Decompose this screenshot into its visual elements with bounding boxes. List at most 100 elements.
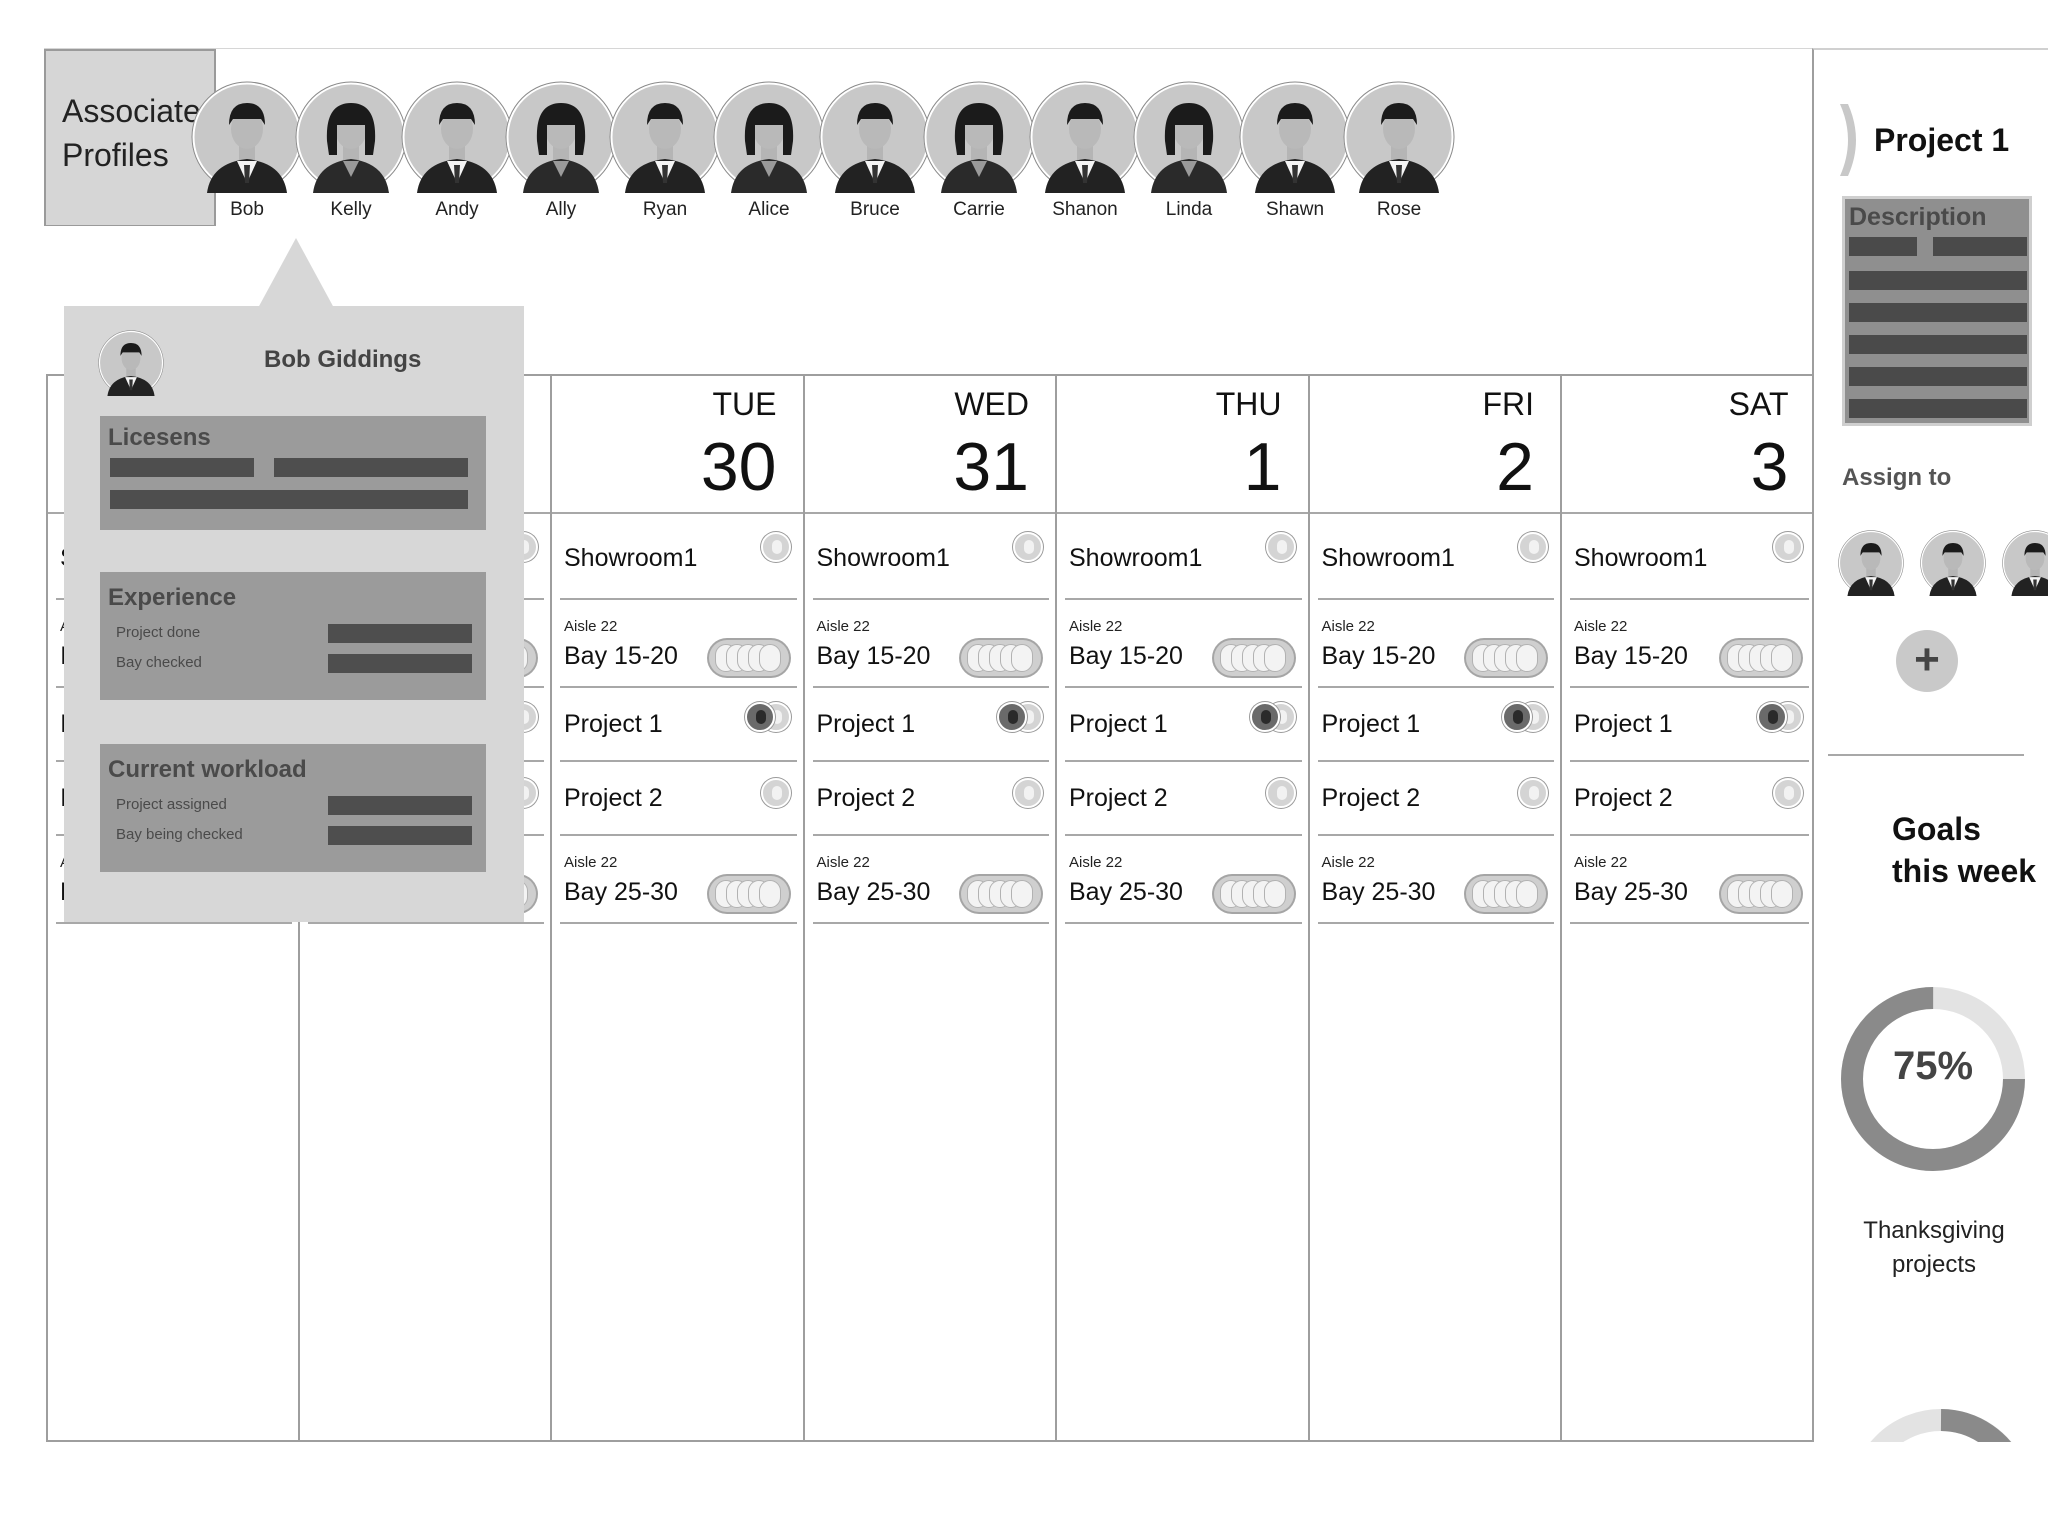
assignee-indicator[interactable]: [991, 700, 1043, 734]
task-name: Project 1: [816, 710, 916, 738]
assignee-avatar[interactable]: [1838, 530, 1904, 596]
task-item[interactable]: Project 1: [1065, 688, 1302, 762]
assignee-avatar[interactable]: [1920, 530, 1986, 596]
associate-profile-rose[interactable]: Rose: [1334, 81, 1464, 221]
task-item[interactable]: Project 1: [1570, 688, 1809, 762]
description-title: Description: [1849, 203, 1987, 231]
task-item[interactable]: Project 1: [1317, 688, 1554, 762]
task-item[interactable]: Aisle 22 Bay 15-20: [560, 600, 797, 688]
assignee-indicator[interactable]: [1751, 700, 1803, 734]
task-name: Bay 25-30: [1321, 878, 1436, 906]
assignee-group-icon[interactable]: [1466, 640, 1546, 676]
task-item[interactable]: Project 1: [812, 688, 1049, 762]
assignee-indicator[interactable]: [739, 700, 791, 734]
task-list: Showroom1 Aisle 22 Bay 15-20 Project 1 Proje…: [552, 516, 803, 924]
task-item[interactable]: Aisle 22 Bay 25-30: [1065, 836, 1302, 924]
licenses-title: Licesens: [108, 424, 211, 451]
placeholder-bar: [328, 654, 472, 673]
task-item[interactable]: Aisle 22 Bay 15-20: [1317, 600, 1554, 688]
task-item[interactable]: Aisle 22 Bay 25-30: [1317, 836, 1554, 924]
workload-row-label: Bay being checked: [116, 826, 243, 843]
day-column-wed: WED 31 Showroom1 Aisle 22 Bay 15-20 Project 1…: [804, 376, 1057, 1440]
task-name: Bay 15-20: [1321, 642, 1436, 670]
task-item[interactable]: Showroom1: [560, 516, 797, 600]
assignee-avatar[interactable]: [2002, 530, 2048, 596]
assignee-group-icon[interactable]: [708, 876, 789, 912]
assignee-group-icon[interactable]: [1720, 640, 1801, 676]
placeholder-bar: [274, 458, 468, 477]
profile-avatar: [98, 330, 164, 396]
assignee-group-icon[interactable]: [1213, 640, 1294, 676]
task-item[interactable]: Project 2: [1317, 762, 1554, 836]
task-item[interactable]: Aisle 22 Bay 15-20: [1065, 600, 1302, 688]
assignee-icon[interactable]: [1772, 778, 1803, 808]
task-list: Showroom1 Aisle 22 Bay 15-20 Project 1 Proje…: [805, 516, 1056, 924]
avatar: [1133, 81, 1245, 193]
assignee-group-icon[interactable]: [1213, 876, 1294, 912]
add-assignee-button[interactable]: +: [1896, 630, 1958, 692]
placeholder-bar: [328, 796, 472, 815]
placeholder-bar: [328, 826, 472, 845]
assignee-icon: [1249, 702, 1280, 732]
goals-title-line: this week: [1892, 853, 2037, 889]
task-item[interactable]: Aisle 22 Bay 15-20: [1570, 600, 1809, 688]
assignee-icon: [1502, 702, 1532, 732]
day-name: THU: [1215, 386, 1282, 422]
task-item[interactable]: Aisle 22 Bay 15-20: [812, 600, 1049, 688]
description-box: Description: [1842, 196, 2032, 426]
assignee-group-icon[interactable]: [961, 876, 1041, 912]
assignee-icon[interactable]: [760, 532, 791, 562]
experience-row-label: Bay checked: [116, 654, 202, 671]
task-item[interactable]: Showroom1: [1065, 516, 1302, 600]
task-item[interactable]: Project 2: [1065, 762, 1302, 836]
assignee-icon[interactable]: [1265, 778, 1296, 808]
assignee-group-icon[interactable]: [1720, 876, 1801, 912]
task-name: Project 2: [1321, 784, 1421, 812]
day-header: WED 31: [804, 376, 1055, 514]
task-item[interactable]: Showroom1: [812, 516, 1049, 600]
day-header: SAT 3: [1562, 376, 1815, 514]
assignee-group-icon[interactable]: [1466, 876, 1546, 912]
task-name: Showroom1: [1069, 544, 1203, 572]
assignee-icon[interactable]: [1518, 532, 1548, 562]
placeholder-bar: [1849, 367, 2027, 386]
task-location: Aisle 22: [564, 854, 618, 871]
day-column-sat: SAT 3 Showroom1 Aisle 22 Bay 15-20 Project 1 P…: [1562, 376, 1815, 1440]
task-name: Showroom1: [1574, 544, 1708, 572]
chevron-right-icon[interactable]: [1834, 100, 1864, 180]
day-name: SAT: [1728, 386, 1789, 422]
task-item[interactable]: Aisle 22 Bay 25-30: [812, 836, 1049, 924]
second-progress-ring: [1870, 1409, 2012, 1442]
placeholder-bar: [1849, 237, 1917, 256]
day-number: 31: [953, 429, 1029, 505]
assignee-icon[interactable]: [1772, 532, 1803, 562]
assignee-icon: [744, 702, 775, 732]
task-item[interactable]: Project 1: [560, 688, 797, 762]
task-item[interactable]: Project 2: [812, 762, 1049, 836]
assignee-icon[interactable]: [1265, 532, 1296, 562]
project-sidebar: Project 1 Description Assign to + Goals …: [1812, 48, 2048, 1442]
assignee-group-icon[interactable]: [708, 640, 789, 676]
assignee-indicator[interactable]: [1244, 700, 1296, 734]
assignee-group-icon[interactable]: [961, 640, 1041, 676]
task-item[interactable]: Aisle 22 Bay 25-30: [560, 836, 797, 924]
assignee-icon[interactable]: [1013, 532, 1043, 562]
assignee-icon[interactable]: [760, 778, 791, 808]
assignee-icon: [1770, 644, 1793, 672]
workload-title: Current workload: [108, 756, 307, 783]
task-item[interactable]: Aisle 22 Bay 25-30: [1570, 836, 1809, 924]
experience-title: Experience: [108, 584, 237, 611]
task-item[interactable]: Project 2: [1570, 762, 1809, 836]
placeholder-bar: [110, 490, 468, 509]
task-item[interactable]: Showroom1: [1570, 516, 1809, 600]
assignee-indicator[interactable]: [1496, 700, 1548, 734]
assignee-icon[interactable]: [1518, 778, 1548, 808]
day-column-fri: FRI 2 Showroom1 Aisle 22 Bay 15-20 Project 1 P…: [1309, 376, 1562, 1440]
task-name: Bay 15-20: [1574, 642, 1688, 670]
assignee-icon: [1011, 644, 1033, 672]
task-item[interactable]: Showroom1: [1317, 516, 1554, 600]
profile-full-name: Bob Giddings: [264, 346, 422, 373]
task-location: Aisle 22: [564, 618, 618, 635]
task-item[interactable]: Project 2: [560, 762, 797, 836]
assignee-icon[interactable]: [1013, 778, 1043, 808]
